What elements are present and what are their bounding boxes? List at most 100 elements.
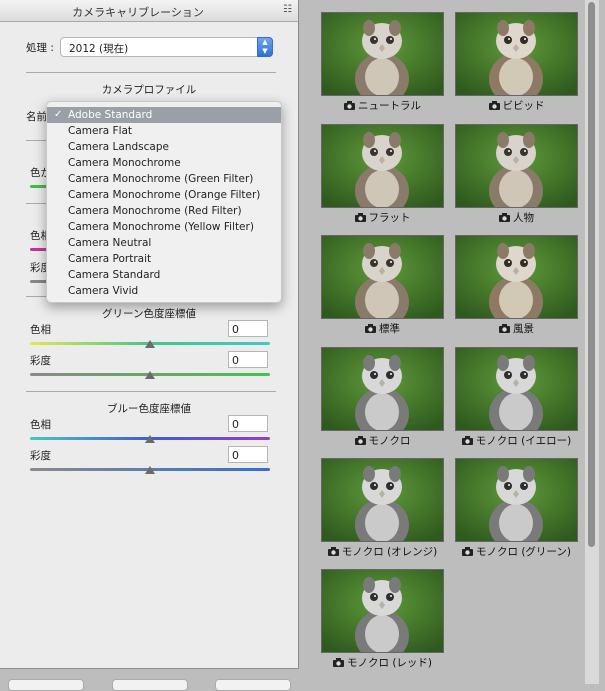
- thumbnail-caption-text: モノクロ (オレンジ): [341, 546, 438, 558]
- owl-preview-image: [321, 569, 444, 653]
- profile-thumbnail[interactable]: フラット: [321, 124, 444, 224]
- dropdown-item[interactable]: Camera Monochrome (Orange Filter): [47, 187, 281, 203]
- dropdown-item-label: Camera Monochrome (Orange Filter): [68, 189, 261, 201]
- profile-thumbnail[interactable]: 風景: [455, 235, 578, 335]
- dropdown-item[interactable]: Camera Monochrome (Red Filter): [47, 203, 281, 219]
- profile-thumbnail[interactable]: モノクロ: [321, 347, 444, 447]
- dropdown-item-label: Camera Monochrome: [68, 157, 181, 169]
- profile-thumbnail[interactable]: 標準: [321, 235, 444, 335]
- blue-hue-slider-thumb[interactable]: [145, 435, 155, 443]
- thumbnail-caption: ビビッド: [455, 98, 578, 113]
- dropdown-item[interactable]: Camera Flat: [47, 123, 281, 139]
- grid-scrollbar[interactable]: [585, 0, 599, 684]
- chevron-updown-icon: ▲ ▼: [257, 37, 273, 57]
- blue-sat-input[interactable]: 0: [228, 446, 268, 463]
- process-label: 処理 :: [26, 42, 54, 54]
- dropdown-item[interactable]: Camera Vivid: [47, 283, 281, 299]
- owl-preview-image: [455, 235, 578, 319]
- dropdown-item-label: Camera Landscape: [68, 141, 169, 153]
- owl-preview-image: [455, 124, 578, 208]
- dropdown-item[interactable]: Camera Monochrome (Green Filter): [47, 171, 281, 187]
- profile-thumbnail[interactable]: モノクロ (イエロー): [455, 347, 578, 447]
- dropdown-item-label: Camera Monochrome (Yellow Filter): [68, 221, 254, 233]
- blue-sat-slider-thumb[interactable]: [145, 466, 155, 474]
- owl-preview-image: [455, 12, 578, 96]
- green-hue-input[interactable]: 0: [228, 320, 268, 337]
- dropdown-item[interactable]: Camera Monochrome: [47, 155, 281, 171]
- thumbnail-caption: モノクロ (イエロー): [455, 433, 578, 448]
- panel-header: カメラキャリブレーション ☷: [0, 0, 298, 22]
- camera-icon: [461, 435, 476, 447]
- dropdown-item-label: Camera Flat: [68, 125, 133, 137]
- footer-button[interactable]: [8, 679, 84, 691]
- thumbnail-caption: モノクロ (レッド): [321, 655, 444, 670]
- process-select[interactable]: 2012 (現在) ▲ ▼: [60, 37, 273, 57]
- dropdown-item-label: Camera Portrait: [68, 253, 152, 265]
- camera-icon: [332, 657, 347, 669]
- green-sat-input[interactable]: 0: [228, 351, 268, 368]
- dropdown-item-selected[interactable]: ✓ Adobe Standard: [47, 107, 281, 123]
- dropdown-item-label: Camera Vivid: [68, 285, 139, 297]
- owl-preview-image: [321, 12, 444, 96]
- dropdown-item[interactable]: Camera Neutral: [47, 235, 281, 251]
- dropdown-item-label: Camera Monochrome (Green Filter): [68, 173, 254, 185]
- green-hue-slider-thumb[interactable]: [145, 340, 155, 348]
- profile-thumbnail[interactable]: 人物: [455, 124, 578, 224]
- camera-icon: [327, 546, 342, 558]
- checkmark-icon: ✓: [54, 109, 63, 120]
- green-section-title: グリーン色度座標値: [102, 308, 196, 320]
- dropdown-item-label: Adobe Standard: [68, 109, 153, 121]
- thumbnail-caption-text: 標準: [379, 323, 400, 335]
- profile-thumbnail[interactable]: モノクロ (レッド): [321, 569, 444, 669]
- divider: [26, 391, 276, 392]
- owl-preview-image: [321, 458, 444, 542]
- thumbnail-caption-text: モノクロ (レッド): [346, 657, 433, 669]
- thumbnail-caption-text: モノクロ: [368, 435, 411, 447]
- blue-hue-input[interactable]: 0: [228, 415, 268, 432]
- panel-menu-icon[interactable]: ☷: [283, 4, 292, 15]
- profile-dropdown-menu: ✓ Adobe Standard Camera Flat Camera Land…: [46, 101, 282, 303]
- dropdown-item-label: Camera Monochrome (Red Filter): [68, 205, 242, 217]
- profile-section-title: カメラプロファイル: [101, 84, 197, 96]
- divider: [26, 72, 276, 73]
- thumbnail-caption-text: ニュートラル: [358, 100, 421, 112]
- thumbnail-caption: モノクロ: [321, 433, 444, 448]
- dropdown-item[interactable]: Camera Standard: [47, 267, 281, 283]
- green-sat-label: 彩度: [30, 355, 51, 367]
- thumbnail-caption: モノクロ (オレンジ): [321, 544, 444, 559]
- camera-calibration-panel: カメラキャリブレーション ☷ 処理 : 2012 (現在) ▲ ▼ カメラプロファ…: [0, 0, 299, 669]
- thumbnail-caption: 風景: [455, 321, 578, 336]
- camera-icon: [499, 212, 513, 224]
- green-sat-slider-thumb[interactable]: [145, 371, 155, 379]
- footer-button[interactable]: [112, 679, 188, 691]
- process-select-value: 2012 (現在): [69, 43, 129, 55]
- camera-icon: [499, 323, 513, 335]
- camera-icon: [354, 212, 369, 224]
- owl-preview-image: [321, 235, 444, 319]
- thumbnail-caption: ニュートラル: [321, 98, 444, 113]
- profile-thumbnail[interactable]: ニュートラル: [321, 12, 444, 112]
- thumbnail-caption-text: 人物: [513, 212, 534, 224]
- dropdown-item-label: Camera Standard: [68, 269, 161, 281]
- profile-thumbnail[interactable]: モノクロ (オレンジ): [321, 458, 444, 558]
- panel-title: カメラキャリブレーション: [72, 6, 204, 19]
- thumbnail-caption-text: フラット: [368, 212, 411, 224]
- owl-preview-image: [455, 347, 578, 431]
- grid-scrollbar-thumb[interactable]: [588, 2, 595, 547]
- dropdown-item[interactable]: Camera Monochrome (Yellow Filter): [47, 219, 281, 235]
- thumbnail-caption: モノクロ (グリーン): [455, 544, 578, 559]
- owl-preview-image: [321, 347, 444, 431]
- thumbnail-caption: 人物: [455, 210, 578, 225]
- dropdown-item[interactable]: Camera Landscape: [47, 139, 281, 155]
- blue-section-title: ブルー色度座標値: [107, 403, 191, 415]
- profile-thumbnail[interactable]: モノクロ (グリーン): [455, 458, 578, 558]
- profile-thumbnail[interactable]: ビビッド: [455, 12, 578, 112]
- thumbnail-caption-text: ビビッド: [502, 100, 545, 112]
- footer-button[interactable]: [215, 679, 291, 691]
- owl-preview-image: [321, 124, 444, 208]
- green-hue-label: 色相: [30, 324, 51, 336]
- dropdown-item[interactable]: Camera Portrait: [47, 251, 281, 267]
- thumbnail-caption: フラット: [321, 210, 444, 225]
- camera-icon: [461, 546, 476, 558]
- thumbnail-caption: 標準: [321, 321, 444, 336]
